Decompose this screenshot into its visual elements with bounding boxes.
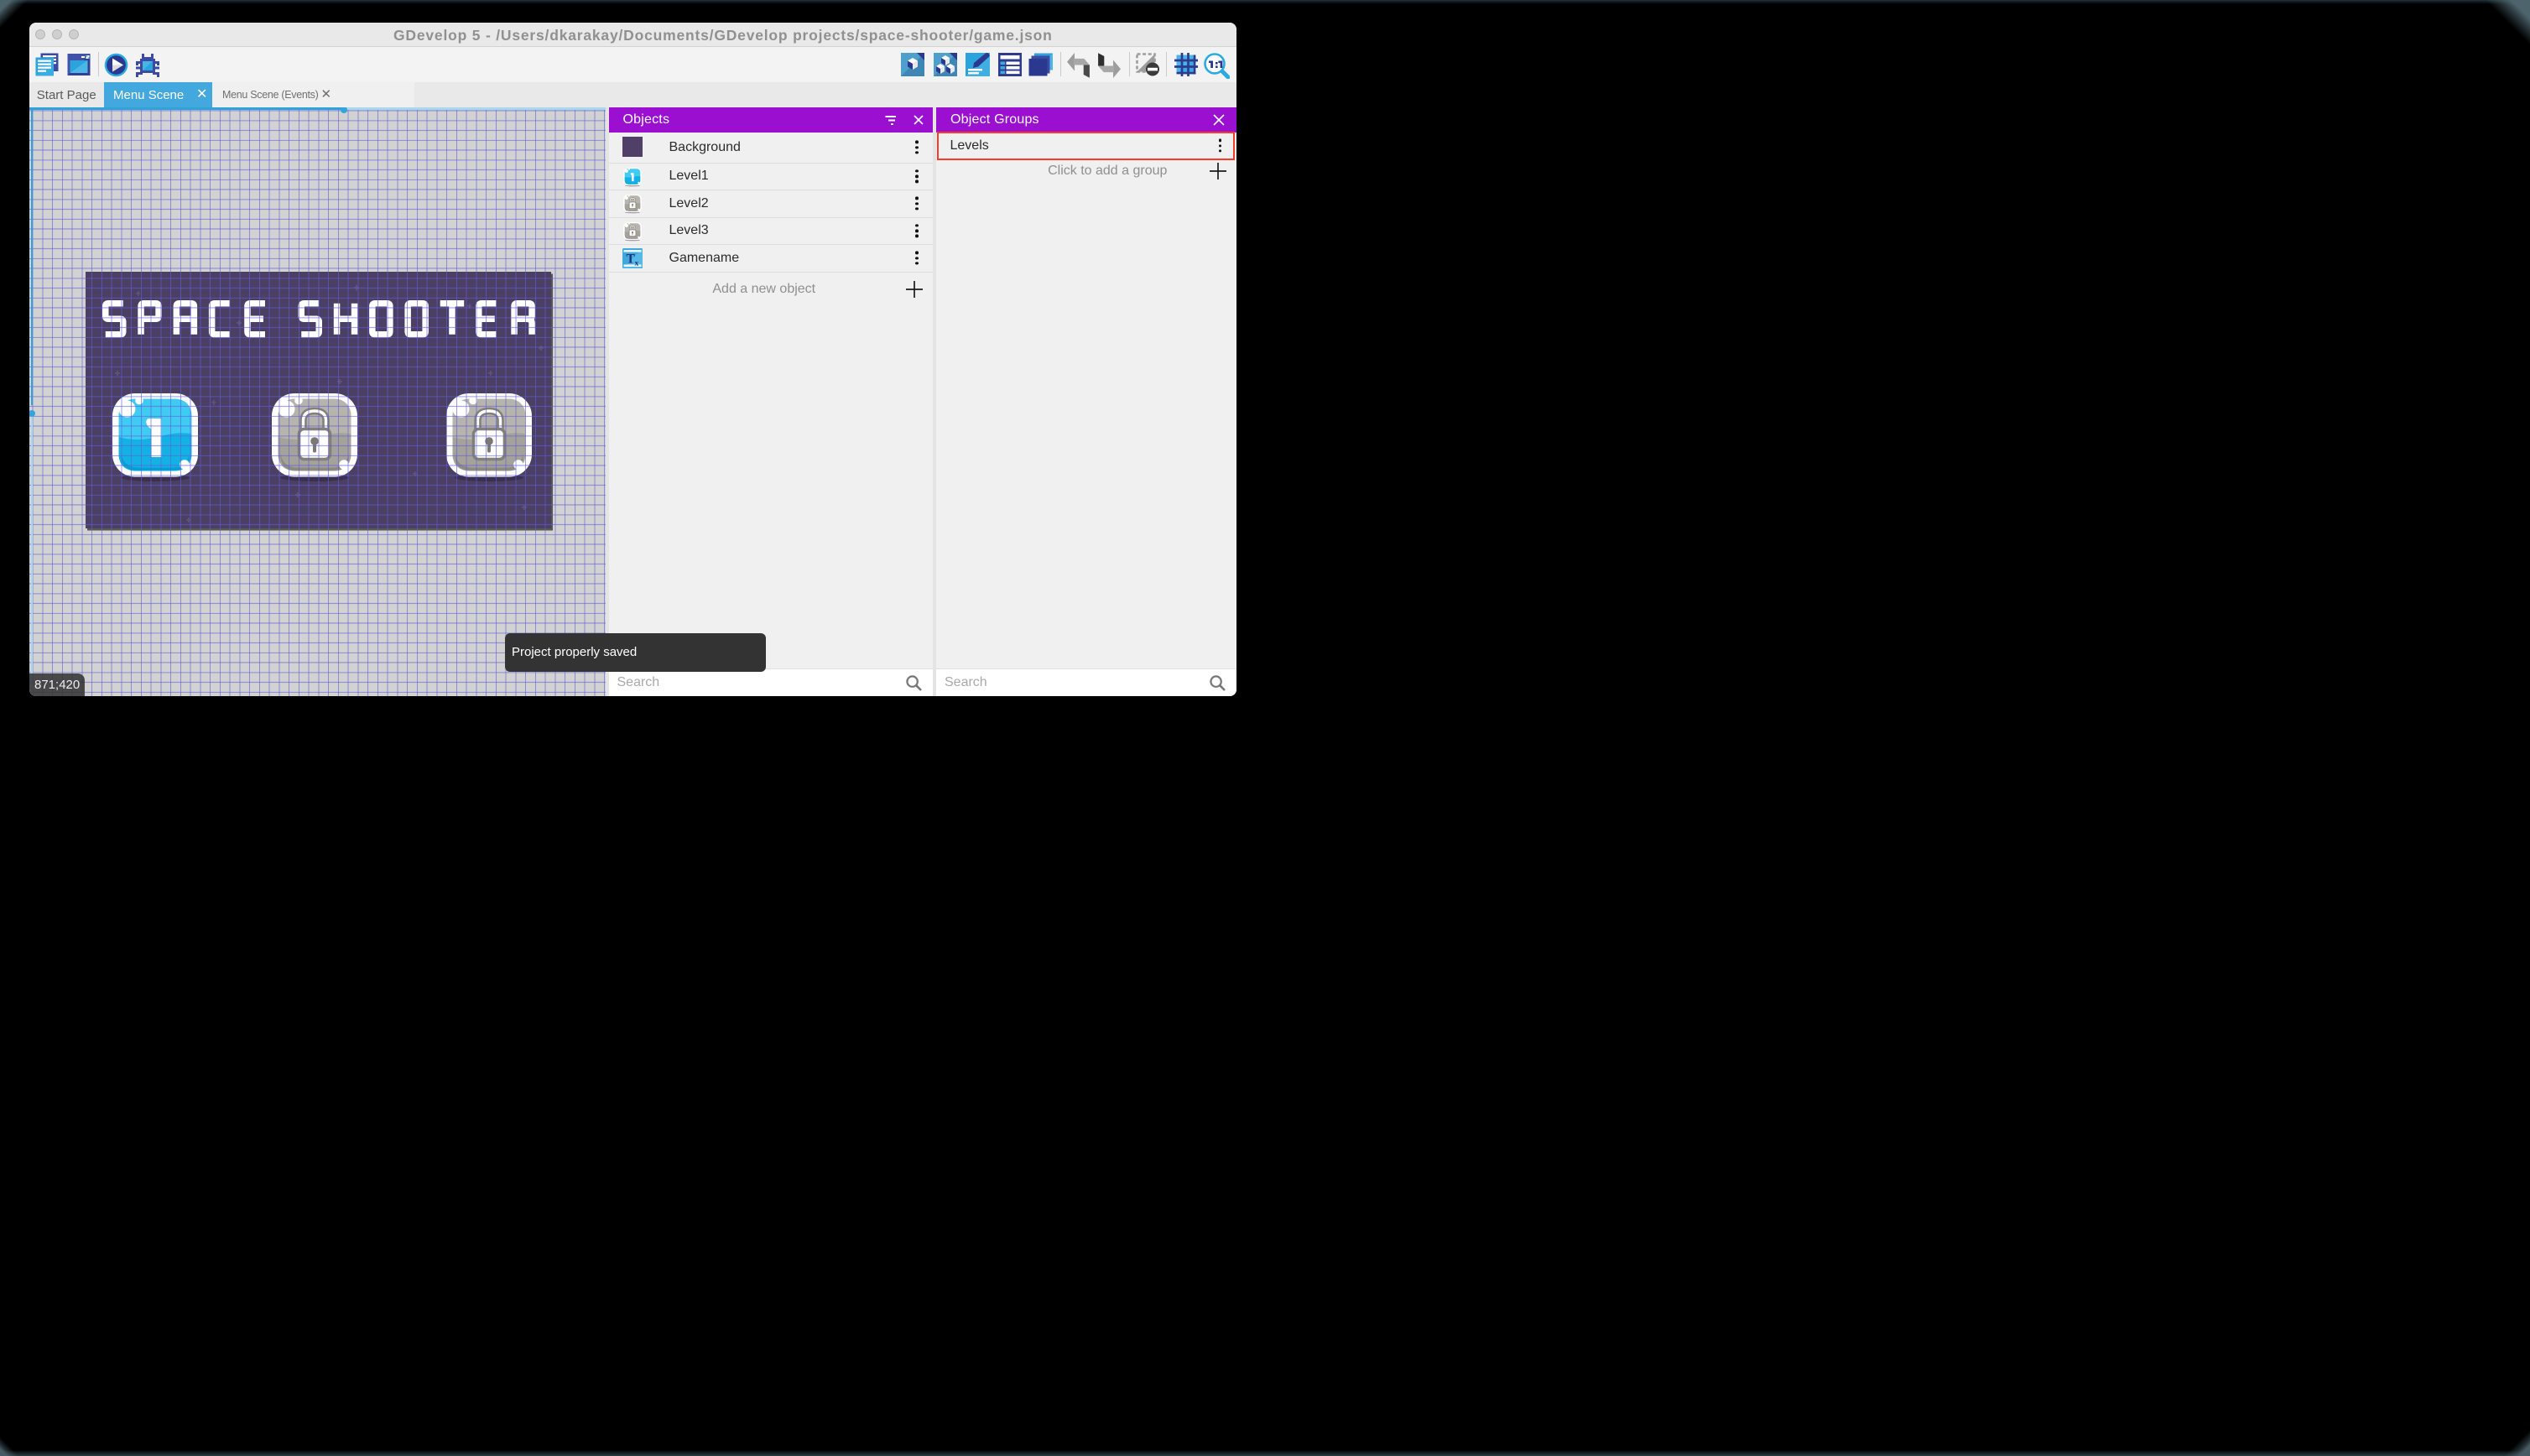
- svg-text:x: x: [634, 260, 638, 268]
